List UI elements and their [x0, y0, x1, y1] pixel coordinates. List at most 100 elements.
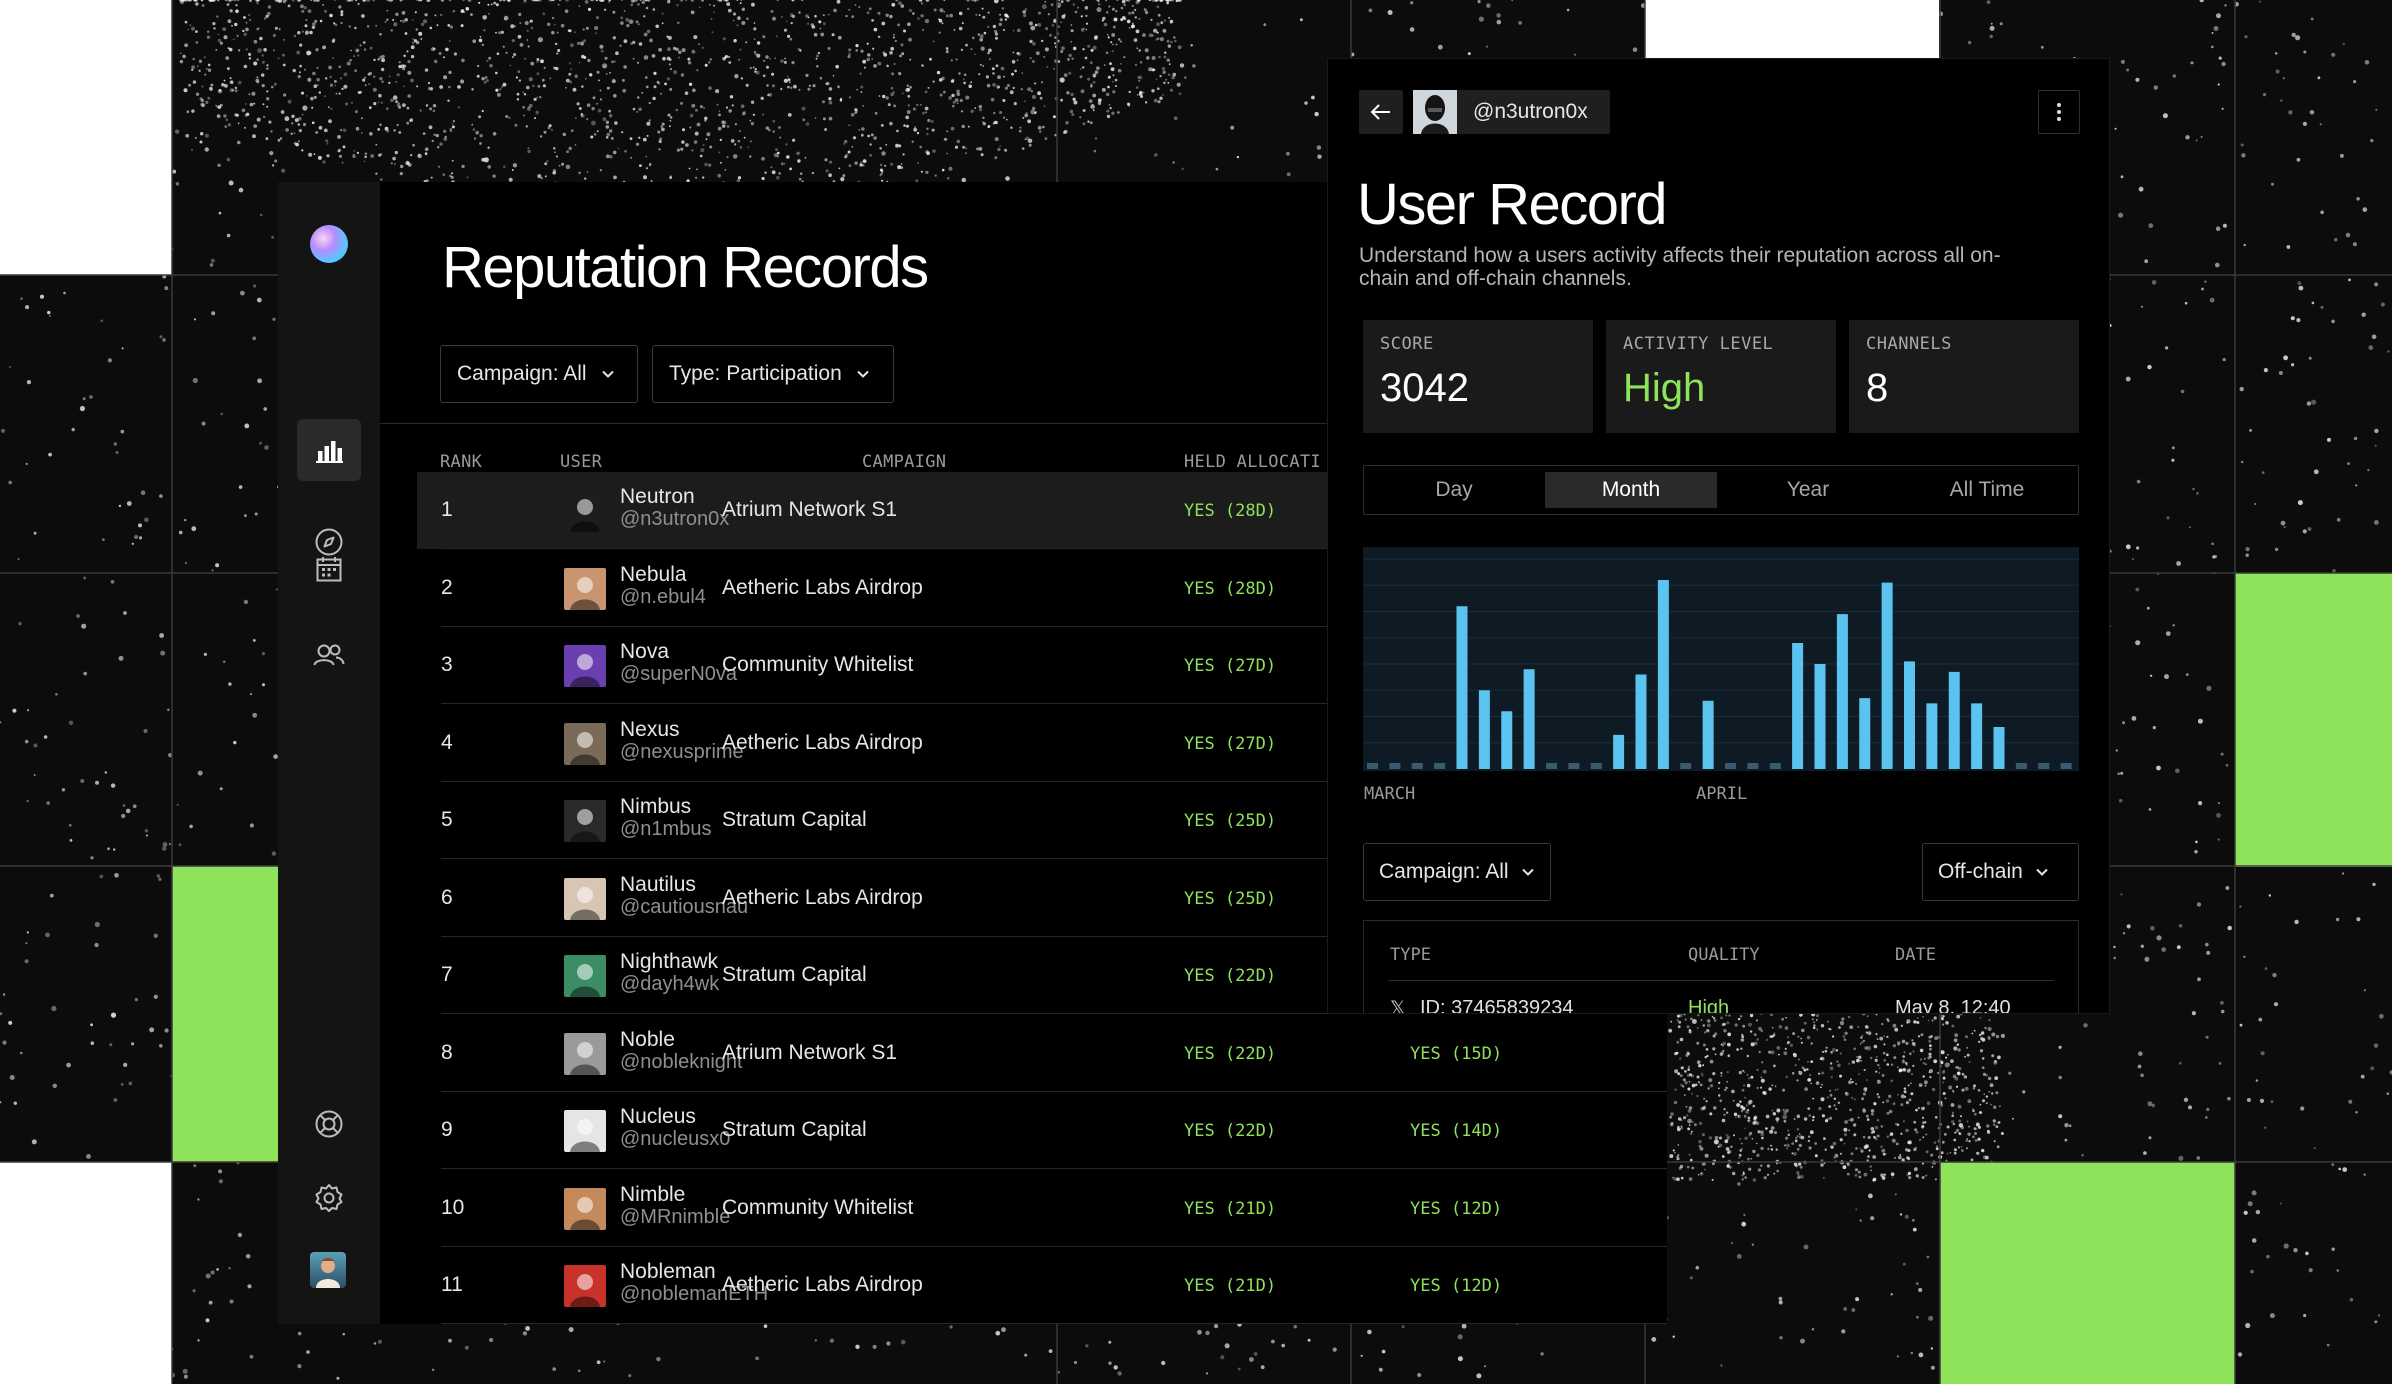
chart-bar[interactable] [1725, 763, 1736, 769]
chart-bar[interactable] [1814, 664, 1826, 769]
user-name: Nova [620, 640, 670, 663]
user-avatar[interactable] [310, 1252, 346, 1288]
bar-chart-icon [316, 441, 343, 463]
chart-bar[interactable] [1367, 763, 1378, 769]
campaign-cell: Community Whitelist [722, 1195, 914, 1219]
rank-cell: 5 [441, 808, 453, 831]
chart-bar[interactable] [1568, 763, 1580, 769]
page-title: Reputation Records [442, 235, 929, 300]
table-row[interactable]: 11 Nobleman @noblemanETH Aetheric Labs Aird… [417, 1247, 1667, 1324]
back-button[interactable] [1359, 90, 1403, 134]
user-name: Nimble [620, 1182, 686, 1206]
chart-bar[interactable] [1456, 606, 1468, 769]
held-allocation-cell: YES (25D) [1184, 888, 1277, 909]
tab-month[interactable]: Month [1545, 472, 1717, 508]
detail-campaign-filter[interactable]: Campaign: All [1363, 843, 1551, 901]
stat-label: CHANNELS [1866, 334, 1952, 354]
held-allocation-cell: YES (28D) [1184, 501, 1277, 521]
detail-title: User Record [1357, 172, 1668, 237]
user-name: Nighthawk [620, 950, 719, 973]
page: Reputation Records Campaign: All Type: P… [0, 0, 2392, 1384]
avatar [564, 955, 606, 997]
chart-bar[interactable] [1948, 671, 1960, 769]
user-name: Nimbus [620, 795, 692, 818]
arrow-left-icon [1370, 104, 1390, 120]
sidebar-item-calendar[interactable] [297, 538, 361, 600]
campaign-cell: Community Whitelist [722, 653, 914, 676]
chart-bar[interactable] [1657, 580, 1669, 769]
user-name: Nucleus [620, 1105, 696, 1128]
sidebar-item-leaderboard[interactable] [297, 419, 361, 481]
chart-bar[interactable] [1904, 661, 1915, 769]
chart-bar[interactable] [1971, 703, 1983, 769]
table-row[interactable]: 10 Nimble @MRnimble Community Whitelist YES … [417, 1170, 1667, 1247]
chart-bar[interactable] [2015, 763, 2027, 769]
stat-card-score: SCORE 3042 [1363, 320, 1593, 433]
user-handle: @n3utron0x [620, 508, 730, 530]
campaign-filter-dropdown[interactable]: Campaign: All [440, 345, 638, 403]
table-row[interactable]: 9 Nucleus @nucleusx0 Stratum Capital YES (22… [417, 1092, 1667, 1169]
users-icon [313, 644, 345, 666]
chart-bar[interactable] [1478, 690, 1490, 769]
sidebar-item-settings[interactable] [297, 1167, 361, 1229]
user-handle: @dayh4wk [620, 973, 720, 995]
chart-bar[interactable] [1411, 763, 1423, 769]
chart-bar[interactable] [1836, 614, 1848, 769]
chart-bar[interactable] [1859, 698, 1871, 769]
chart-bar[interactable] [1389, 763, 1401, 769]
chart-bar[interactable] [2038, 763, 2050, 769]
tab-year[interactable]: Year [1722, 472, 1894, 508]
avatar [564, 567, 606, 610]
user-handle: @MRnimble [620, 1205, 731, 1228]
secondary-allocation-cell: YES (15D) [1410, 1043, 1503, 1064]
table-row[interactable]: 8 Noble @nobleknight Atrium Network S1 YES (… [417, 1015, 1667, 1092]
sidebar-item-support[interactable] [297, 1093, 361, 1155]
avatar [564, 645, 606, 687]
rank-cell: 4 [441, 730, 453, 754]
secondary-allocation-cell: YES (12D) [1410, 1276, 1503, 1296]
chart-bar[interactable] [1747, 763, 1759, 769]
chart-bar[interactable] [1501, 711, 1513, 769]
chart-bar[interactable] [1926, 703, 1938, 769]
type-filter-dropdown[interactable]: Type: Participation [652, 345, 894, 403]
held-allocation-cell: YES (27D) [1184, 656, 1277, 676]
chart-bar[interactable] [1792, 643, 1804, 769]
user-handle: @superN0va [620, 663, 738, 685]
avatar [564, 1187, 606, 1230]
more-options-button[interactable] [2038, 90, 2080, 134]
type-filter-label: Type: Participation [669, 362, 842, 385]
user-chip[interactable]: @n3utron0x [1413, 90, 1610, 134]
activity-bar-chart [1363, 547, 2079, 771]
sidebar-item-community[interactable] [297, 624, 361, 686]
chart-bar[interactable] [1590, 763, 1602, 769]
tab-day[interactable]: Day [1368, 472, 1540, 508]
chart-bar[interactable] [1702, 700, 1714, 769]
column-header-held-allocation[interactable]: HELD ALLOCATI [1184, 452, 1321, 472]
chart-bar[interactable] [1434, 763, 1446, 769]
activity-table: TYPE QUALITY DATE 𝕏 ID: 37465839234 High… [1363, 920, 2080, 1013]
row-divider [441, 1323, 1667, 1324]
rank-cell: 7 [441, 963, 453, 986]
channel-filter[interactable]: Off-chain [1922, 843, 2079, 901]
chart-label-april: APRIL [1696, 784, 1748, 804]
chart-bar[interactable] [1881, 582, 1893, 769]
chart-bar[interactable] [1613, 734, 1625, 769]
chart-bar[interactable] [1546, 763, 1557, 769]
lifebuoy-icon [315, 1110, 343, 1138]
chart-bar[interactable] [1523, 669, 1535, 769]
user-handle: @n1mbus [620, 818, 712, 840]
chart-bar[interactable] [2060, 763, 2072, 769]
column-header-campaign: CAMPAIGN [862, 452, 947, 472]
chart-bar[interactable] [1680, 763, 1692, 769]
held-allocation-cell: YES (21D) [1184, 1276, 1277, 1296]
held-allocation-cell: YES (21D) [1184, 1198, 1277, 1219]
app-logo[interactable] [310, 225, 348, 263]
rank-cell: 3 [441, 653, 453, 676]
chart-bar[interactable] [1993, 727, 2005, 769]
chart-bar[interactable] [1769, 763, 1781, 769]
avatar [564, 1265, 606, 1307]
table-row[interactable]: 𝕏 ID: 37465839234 High May 8, 12:40 [1364, 981, 2080, 1013]
tab-all-time[interactable]: All Time [1899, 472, 2075, 508]
chart-bar[interactable] [1635, 674, 1647, 770]
time-range-tabs: Day Month Year All Time [1363, 465, 2079, 515]
